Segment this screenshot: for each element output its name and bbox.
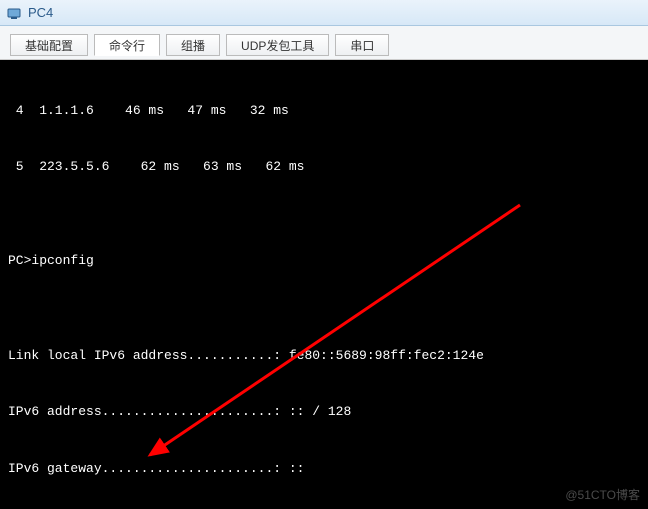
tab-serial[interactable]: 串口 — [335, 34, 389, 56]
window-title: PC4 — [28, 5, 53, 20]
watermark: @51CTO博客 — [565, 486, 640, 503]
tab-command-line[interactable]: 命令行 — [94, 34, 160, 56]
terminal-line: 5 223.5.5.6 62 ms 63 ms 62 ms — [8, 158, 640, 177]
terminal-line: PC>ipconfig — [8, 252, 640, 271]
app-icon — [6, 5, 22, 21]
tab-udp-tool[interactable]: UDP发包工具 — [226, 34, 329, 56]
tab-label: 基础配置 — [25, 37, 73, 54]
tab-multicast[interactable]: 组播 — [166, 34, 220, 56]
tab-basic-config[interactable]: 基础配置 — [10, 34, 88, 56]
terminal-line: Link local IPv6 address...........: fe80… — [8, 347, 640, 366]
tab-bar: 基础配置 命令行 组播 UDP发包工具 串口 — [0, 26, 648, 60]
terminal-line: IPv6 gateway......................: :: — [8, 460, 640, 479]
tab-label: 组播 — [181, 37, 205, 54]
terminal-line: IPv6 address......................: :: /… — [8, 403, 640, 422]
tab-label: 串口 — [350, 37, 374, 54]
tab-label: 命令行 — [109, 37, 145, 54]
tab-label: UDP发包工具 — [241, 37, 314, 54]
terminal-output[interactable]: 4 1.1.1.6 46 ms 47 ms 32 ms 5 223.5.5.6 … — [0, 60, 648, 509]
window-titlebar: PC4 — [0, 0, 648, 26]
terminal-line: 4 1.1.1.6 46 ms 47 ms 32 ms — [8, 102, 640, 121]
